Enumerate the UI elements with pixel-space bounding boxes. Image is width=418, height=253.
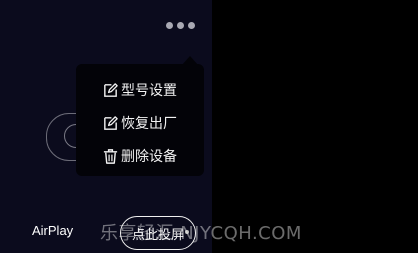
menu-item-model-settings[interactable]: 型号设置 — [102, 79, 194, 101]
menu-item-label: 型号设置 — [121, 83, 177, 99]
menu-item-label: 恢复出厂 — [121, 116, 177, 132]
background — [212, 0, 418, 253]
airplay-link[interactable]: AirPlay — [32, 223, 73, 238]
edit-icon — [104, 115, 118, 130]
watermark: 乐享轻汇 NJYCQH.COM — [100, 223, 302, 244]
edit-icon — [104, 82, 118, 97]
menu-item-label: 删除设备 — [121, 149, 177, 165]
trash-icon — [103, 148, 118, 164]
more-dot-icon — [188, 21, 195, 29]
options-menu: 型号设置 恢复出厂 删除设备 — [76, 64, 204, 176]
menu-item-delete-device[interactable]: 删除设备 — [102, 145, 194, 167]
more-dot-icon — [166, 21, 173, 29]
menu-item-factory-reset[interactable]: 恢复出厂 — [102, 112, 194, 134]
more-dot-icon — [177, 21, 184, 29]
more-options-button[interactable] — [166, 18, 200, 32]
